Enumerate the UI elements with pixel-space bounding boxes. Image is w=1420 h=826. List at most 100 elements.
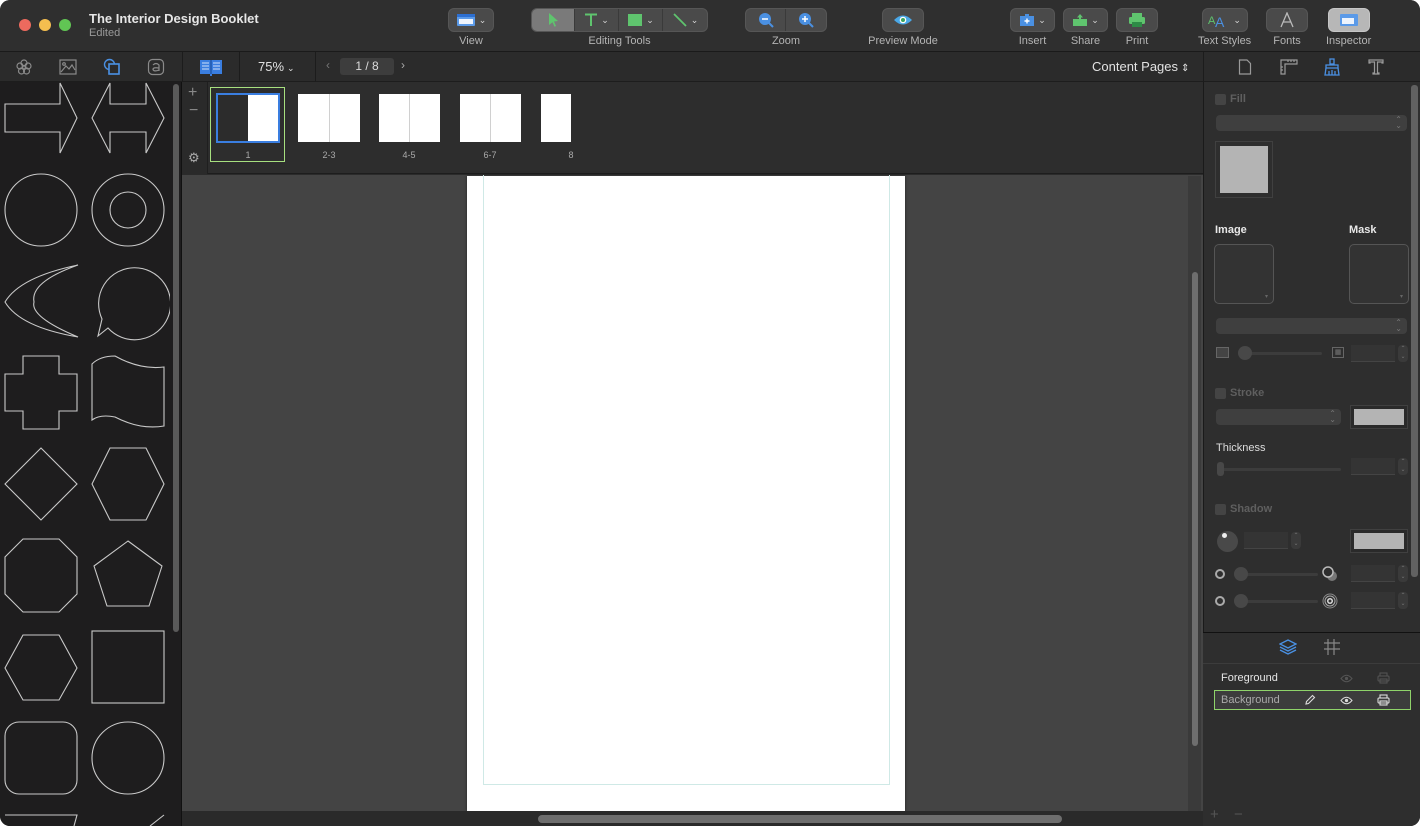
library-tab-templates[interactable] bbox=[14, 57, 34, 77]
layer-row-foreground[interactable]: Foreground bbox=[1214, 668, 1411, 688]
shape-double-arrow[interactable] bbox=[91, 82, 165, 154]
shape-pentagon[interactable] bbox=[93, 540, 163, 607]
shadow-offset-slider-knob[interactable] bbox=[1234, 567, 1248, 581]
next-page-button[interactable]: › bbox=[401, 58, 405, 72]
page-thumbnail[interactable] bbox=[298, 94, 360, 142]
image-scale-popup[interactable]: ⌃ ⌄ bbox=[1216, 318, 1407, 334]
page-thumbnail[interactable] bbox=[541, 94, 571, 142]
image-scale-slider-knob[interactable] bbox=[1238, 346, 1252, 360]
page-thumbnail[interactable] bbox=[460, 94, 521, 142]
shadow-offset-field[interactable] bbox=[1351, 565, 1395, 582]
preview-mode-button[interactable] bbox=[882, 8, 924, 32]
thickness-slider-knob[interactable] bbox=[1217, 462, 1224, 476]
shadow-angle-stepper[interactable]: ⌃ ⌄ bbox=[1291, 532, 1301, 549]
shape-arrow-right[interactable] bbox=[4, 82, 78, 154]
thickness-slider[interactable] bbox=[1219, 468, 1341, 471]
share-button[interactable]: ⌄ bbox=[1063, 8, 1108, 32]
fill-checkbox[interactable] bbox=[1215, 94, 1226, 105]
shape-rounded-square[interactable] bbox=[4, 721, 78, 795]
shape-donut[interactable] bbox=[91, 173, 165, 247]
previous-page-button[interactable]: ‹ bbox=[326, 58, 330, 72]
library-tab-shapes[interactable] bbox=[102, 57, 122, 77]
shadow-checkbox[interactable] bbox=[1215, 504, 1226, 515]
remove-page-button[interactable]: − bbox=[189, 102, 198, 120]
page-indicator-field[interactable]: 1 / 8 bbox=[340, 58, 394, 75]
add-layer-button[interactable]: + bbox=[1210, 806, 1219, 823]
inspector-toggle-button[interactable] bbox=[1327, 8, 1370, 32]
inspector-tab-document[interactable] bbox=[1235, 57, 1255, 77]
zoom-in-button[interactable] bbox=[786, 9, 826, 31]
page-thumbnail[interactable] bbox=[379, 94, 440, 142]
shadow-blur-slider-knob[interactable] bbox=[1234, 594, 1248, 608]
inspector-tab-text[interactable] bbox=[1366, 57, 1386, 77]
edit-pencil-icon[interactable] bbox=[1304, 691, 1316, 709]
page-thumbnail[interactable] bbox=[216, 93, 280, 143]
shape-wave-flag[interactable] bbox=[91, 355, 165, 428]
fonts-button[interactable] bbox=[1266, 8, 1308, 32]
shadow-color-well[interactable] bbox=[1350, 529, 1408, 553]
select-tool-button[interactable] bbox=[532, 9, 575, 31]
shadow-angle-field[interactable] bbox=[1244, 532, 1288, 549]
view-button[interactable]: ⌄ bbox=[448, 8, 494, 32]
mask-well[interactable]: ▾ bbox=[1349, 244, 1409, 304]
shadow-blur-slider[interactable] bbox=[1240, 600, 1318, 603]
printable-printer-icon[interactable] bbox=[1377, 691, 1390, 709]
shape-octagon[interactable] bbox=[4, 538, 78, 613]
facing-pages-button[interactable] bbox=[199, 57, 223, 77]
shape-diamond[interactable] bbox=[4, 447, 78, 521]
shadow-blur-stepper[interactable]: ⌃ ⌄ bbox=[1398, 592, 1408, 609]
image-scale-field[interactable] bbox=[1351, 345, 1395, 362]
shadow-offset-stepper[interactable]: ⌃ ⌄ bbox=[1398, 565, 1408, 582]
visibility-eye-icon[interactable] bbox=[1340, 691, 1353, 709]
add-page-button[interactable]: + bbox=[188, 84, 197, 102]
thickness-stepper[interactable]: ⌃ ⌄ bbox=[1398, 458, 1408, 475]
text-styles-button[interactable]: AA ⌄ bbox=[1201, 8, 1248, 32]
shadow-angle-dial[interactable] bbox=[1217, 531, 1238, 552]
layers-tab[interactable] bbox=[1278, 638, 1298, 661]
zoom-level-dropdown[interactable]: 75% ⌄ bbox=[258, 59, 295, 74]
shape-triangle[interactable] bbox=[149, 814, 165, 826]
stroke-checkbox[interactable] bbox=[1215, 388, 1226, 399]
thickness-field[interactable] bbox=[1351, 458, 1395, 475]
fill-color-well[interactable] bbox=[1215, 141, 1273, 198]
image-scale-slider[interactable] bbox=[1240, 352, 1322, 355]
printable-printer-icon[interactable] bbox=[1377, 668, 1390, 688]
inspector-tab-layout[interactable] bbox=[1279, 57, 1299, 77]
shape-hexagon-flat[interactable] bbox=[4, 634, 78, 701]
image-well[interactable]: ▾ bbox=[1214, 244, 1274, 304]
shape-crescent[interactable] bbox=[4, 264, 79, 338]
page-settings-gear-icon[interactable]: ⚙ bbox=[188, 150, 200, 166]
shape-trapezoid[interactable] bbox=[5, 814, 78, 826]
canvas-horizontal-scrollbar[interactable] bbox=[538, 815, 1062, 823]
shape-hexagon[interactable] bbox=[91, 447, 165, 521]
shadow-blur-field[interactable] bbox=[1351, 592, 1395, 609]
fill-type-popup[interactable]: ⌃ ⌄ bbox=[1216, 115, 1407, 131]
inspector-tab-style[interactable] bbox=[1322, 57, 1342, 77]
page-type-selector[interactable]: Content Pages ⇕ bbox=[1092, 59, 1189, 74]
inspector-scrollbar[interactable] bbox=[1411, 85, 1418, 577]
remove-layer-button[interactable]: − bbox=[1234, 806, 1243, 823]
shadow-offset-slider[interactable] bbox=[1240, 573, 1318, 576]
insert-button[interactable]: ⌄ bbox=[1010, 8, 1055, 32]
image-scale-stepper[interactable]: ⌃ ⌄ bbox=[1398, 345, 1408, 362]
shape-square[interactable] bbox=[91, 630, 165, 704]
library-tab-images[interactable] bbox=[58, 57, 78, 77]
document-page[interactable] bbox=[467, 175, 905, 811]
canvas-vertical-scrollbar[interactable] bbox=[1192, 272, 1198, 746]
stroke-color-well[interactable] bbox=[1350, 405, 1408, 429]
line-tool-button[interactable]: ⌄ bbox=[663, 9, 707, 31]
minimize-window-button[interactable] bbox=[39, 19, 51, 31]
close-window-button[interactable] bbox=[19, 19, 31, 31]
maximize-window-button[interactable] bbox=[59, 19, 71, 31]
stroke-style-popup[interactable]: ⌃ ⌄ bbox=[1216, 409, 1341, 425]
zoom-out-button[interactable] bbox=[746, 9, 786, 31]
shape-circle[interactable] bbox=[4, 173, 78, 247]
text-tool-button[interactable]: ⌄ bbox=[575, 9, 619, 31]
shape-cross[interactable] bbox=[4, 355, 78, 430]
shape-tool-button[interactable]: ⌄ bbox=[619, 9, 663, 31]
library-tab-text[interactable] bbox=[146, 57, 166, 77]
print-button[interactable] bbox=[1116, 8, 1158, 32]
library-scrollbar[interactable] bbox=[173, 84, 179, 632]
visibility-eye-icon[interactable] bbox=[1340, 668, 1353, 688]
layer-row-background[interactable]: Background bbox=[1214, 690, 1411, 710]
